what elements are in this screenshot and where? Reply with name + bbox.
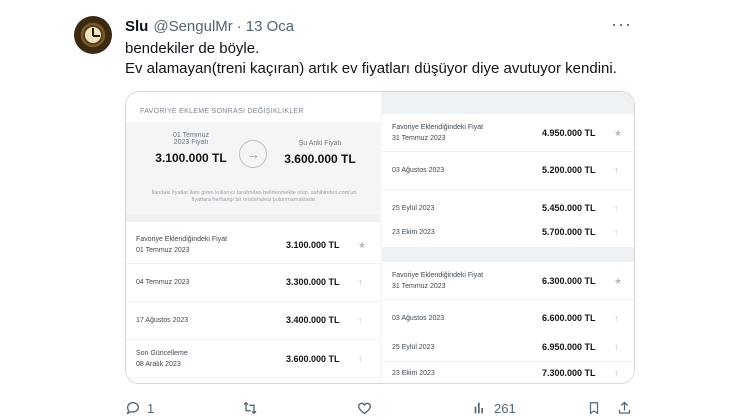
row-price: 6.300.000 TL xyxy=(542,276,596,286)
reply-icon xyxy=(126,401,140,415)
author-handle[interactable]: @SengulMr xyxy=(153,18,232,35)
like-button[interactable] xyxy=(356,400,379,416)
row-date: 01 Temmuz 2023 xyxy=(136,247,190,254)
arrow-up-icon: ↑ xyxy=(614,342,619,352)
view-count: 261 xyxy=(494,400,516,416)
from-label: 01 Temmuz xyxy=(172,132,210,139)
author-avatar[interactable] xyxy=(74,16,112,54)
tweet-text-line: bendekiler de böyle. xyxy=(125,40,260,57)
arrow-up-icon: ↑ xyxy=(358,277,363,287)
row-label: Favoriye Eklendiğindeki Fiyat xyxy=(392,124,484,131)
right-panel: Favoriye Eklendiğindeki Fiyat 31 Temmuz … xyxy=(382,92,634,383)
row-date: 17 Ağustos 2023 xyxy=(136,317,189,324)
row-price: 6.950.000 TL xyxy=(542,342,596,352)
row-price: 3.300.000 TL xyxy=(286,277,340,287)
price-history-row: Favoriye Eklendiğindeki Fiyat 31 Temmuz … xyxy=(382,114,634,152)
price-history-row: Favoriye Eklendiğindeki Fiyat 31 Temmuz … xyxy=(382,262,634,300)
from-price: 3.100.000 TL xyxy=(155,151,227,165)
row-date: 23 Ekim 2023 xyxy=(392,370,435,377)
tweet-actions: 1 261 xyxy=(125,400,645,418)
disclaimer-note: İlandaki fiyatlar ilanı giren kullanıcı … xyxy=(151,190,357,203)
star-icon: ★ xyxy=(614,276,623,286)
price-history-row: Favoriye Eklendiğindeki Fiyat 01 Temmuz … xyxy=(126,226,380,264)
clock-hand xyxy=(93,35,100,37)
star-icon: ★ xyxy=(358,240,367,250)
row-price: 5.200.000 TL xyxy=(542,165,596,175)
row-label: Favoriye Eklendiğindeki Fiyat xyxy=(392,272,484,279)
analytics-icon xyxy=(474,402,483,414)
from-label: 2023 Fiyatı xyxy=(173,139,209,146)
bookmark-button[interactable] xyxy=(587,400,601,416)
price-history-row: 03 Ağustos 2023 5.200.000 TL ↑ xyxy=(382,152,634,190)
row-price: 4.950.000 TL xyxy=(542,128,596,138)
row-date: 25 Eylül 2023 xyxy=(392,205,435,212)
arrow-up-icon: ↑ xyxy=(614,203,619,213)
tweet-header: Slu @SengulMr · 13 Oca xyxy=(125,16,294,36)
row-label: Favoriye Eklendiğindeki Fiyat xyxy=(136,236,228,243)
row-price: 5.700.000 TL xyxy=(542,227,596,237)
row-date: 03 Ağustos 2023 xyxy=(392,167,445,174)
reply-button[interactable]: 1 xyxy=(125,400,154,416)
row-date: 25 Eylül 2023 xyxy=(392,344,435,351)
row-date: 23 Ekim 2023 xyxy=(392,229,435,236)
price-history-row: Son Güncelleme 08 Aralık 2023 3.600.000 … xyxy=(126,340,380,378)
row-date: 03 Ağustos 2023 xyxy=(392,315,445,322)
from-price-block: 01 Temmuz 2023 Fiyatı 3.100.000 TL xyxy=(146,132,236,165)
arrow-up-icon: ↑ xyxy=(614,165,619,175)
arrow-up-icon: ↑ xyxy=(358,354,363,364)
retweet-button[interactable] xyxy=(241,400,265,416)
heart-icon xyxy=(358,402,371,415)
section-title: FAVORİYE EKLEME SONRASI DEĞİŞİKLİKLER xyxy=(140,108,304,115)
row-price: 3.600.000 TL xyxy=(286,354,340,364)
author-name[interactable]: Slu xyxy=(125,18,148,35)
row-price: 7.300.000 TL xyxy=(542,368,596,378)
separator-dot: · xyxy=(236,17,242,35)
views-button[interactable]: 261 xyxy=(472,400,516,416)
share-icon xyxy=(618,401,631,414)
reply-count: 1 xyxy=(147,400,155,416)
tweet-text: bendekiler de böyle. Ev alamayan(treni k… xyxy=(125,39,617,79)
row-date: 04 Temmuz 2023 xyxy=(136,279,190,286)
tweet-text-line: Ev alamayan(treni kaçıran) artık ev fiya… xyxy=(125,60,617,77)
row-date: 31 Temmuz 2023 xyxy=(392,283,446,290)
row-price: 5.450.000 TL xyxy=(542,203,596,213)
price-history-row: 04 Temmuz 2023 3.300.000 TL ↑ xyxy=(126,264,380,302)
row-price: 3.400.000 TL xyxy=(286,315,340,325)
price-history-row: 25 Eylül 2023 6.950.000 TL ↑ xyxy=(382,332,634,362)
arrow-up-icon: ↑ xyxy=(614,227,619,237)
to-label: Şu Anki Fiyatı xyxy=(298,140,342,147)
row-price: 3.100.000 TL xyxy=(286,240,340,250)
row-price: 6.600.000 TL xyxy=(542,313,596,323)
tweet-date[interactable]: 13 Oca xyxy=(246,18,294,35)
price-history-row: 17 Ağustos 2023 3.400.000 TL ↑ xyxy=(126,302,380,340)
left-panel: FAVORİYE EKLEME SONRASI DEĞİŞİKLİKLER 01… xyxy=(126,92,380,383)
row-label: Son Güncelleme xyxy=(136,350,188,357)
retweet-icon xyxy=(243,401,257,415)
star-icon: ★ xyxy=(614,128,623,138)
arrow-up-icon: ↑ xyxy=(358,315,363,325)
attached-image[interactable]: FAVORİYE EKLEME SONRASI DEĞİŞİKLİKLER 01… xyxy=(125,91,635,384)
to-price: 3.600.000 TL xyxy=(284,152,356,166)
more-options-icon[interactable]: ··· xyxy=(611,14,632,35)
to-price-block: Şu Anki Fiyatı 3.600.000 TL xyxy=(270,140,370,166)
price-history-row: 23 Ekim 2023 7.300.000 TL ↑ xyxy=(382,362,634,383)
arrow-up-icon: ↑ xyxy=(614,368,619,378)
divider xyxy=(382,92,634,114)
row-date: 08 Aralık 2023 xyxy=(136,361,181,368)
divider xyxy=(382,248,634,262)
divider xyxy=(126,214,380,222)
price-comparison: 01 Temmuz 2023 Fiyatı 3.100.000 TL → Şu … xyxy=(126,122,380,214)
share-button[interactable] xyxy=(617,400,632,416)
price-history-row: 23 Ekim 2023 5.700.000 TL ↑ xyxy=(382,216,634,248)
arrow-up-icon: ↑ xyxy=(614,313,619,323)
arrow-right-icon: → xyxy=(239,140,267,168)
row-date: 31 Temmuz 2023 xyxy=(392,135,446,142)
bookmark-icon xyxy=(589,402,599,415)
